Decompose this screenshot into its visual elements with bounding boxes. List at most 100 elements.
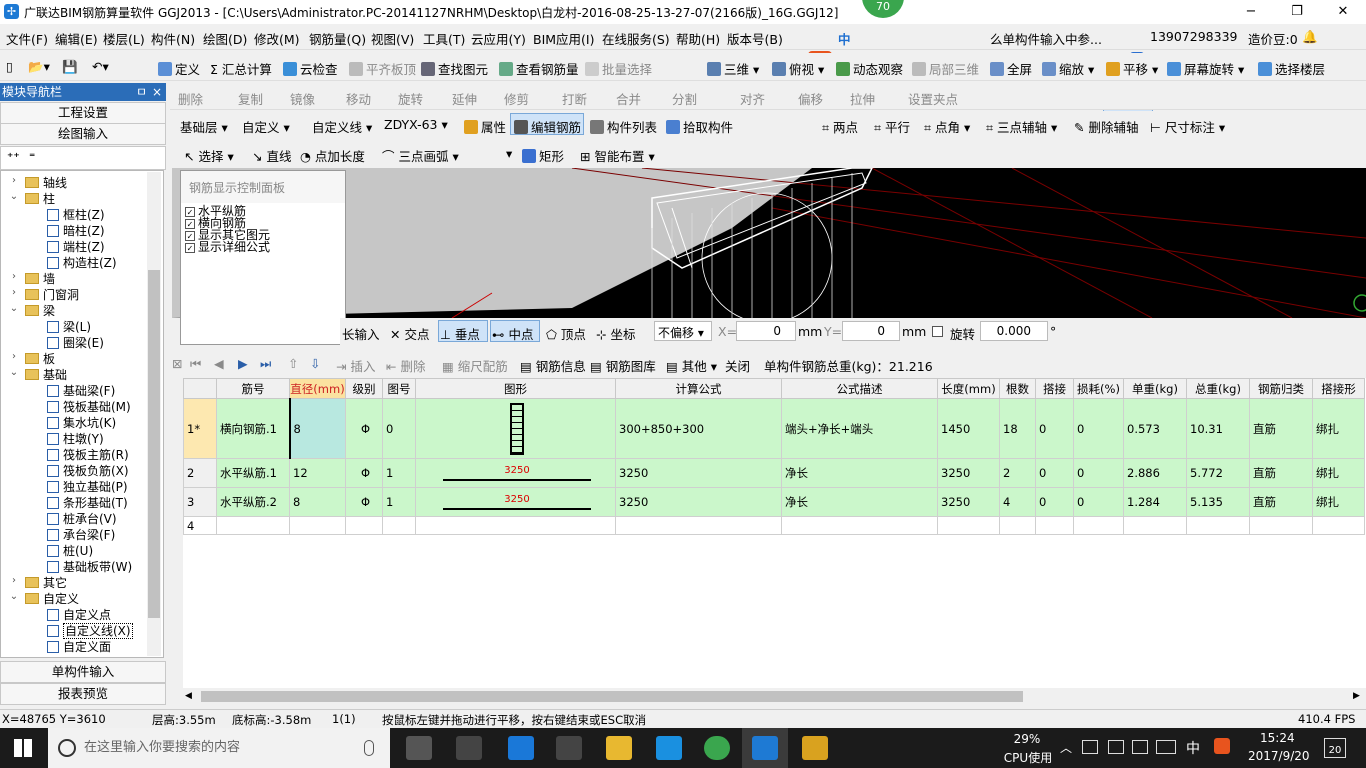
single-component-input-button[interactable]: 单构件输入 (0, 661, 166, 683)
col-header[interactable]: 图形 (415, 378, 616, 399)
tray-ime[interactable]: 中 (1186, 738, 1200, 758)
tree-expander[interactable]: › (9, 351, 19, 362)
rectangle-button[interactable]: 矩形 (522, 146, 564, 165)
find-element-button[interactable]: 查找图元 (421, 59, 488, 78)
col-header[interactable]: 单重(kg) (1123, 378, 1187, 399)
move-button[interactable]: 移动 (346, 89, 371, 108)
col-header[interactable]: 根数 (999, 378, 1036, 399)
tree-node[interactable]: 暗柱(Z) (47, 223, 105, 239)
tree-folder[interactable]: 梁 (25, 303, 55, 319)
tree-folder[interactable]: 轴线 (25, 175, 67, 191)
col-header[interactable]: 总重(kg) (1186, 378, 1250, 399)
cell-formula[interactable]: 300+850+300 (615, 398, 782, 459)
merge-button[interactable]: 合并 (616, 89, 641, 108)
line-button[interactable]: ↘ 直线 (252, 146, 291, 165)
notification-center-icon[interactable]: 20 (1324, 738, 1346, 758)
cell-desc[interactable]: 端头+净长+端头 (781, 398, 938, 459)
row-header[interactable]: 1* (183, 398, 217, 459)
cell-shape[interactable] (415, 398, 616, 459)
microphone-icon[interactable] (364, 740, 374, 756)
cell-desc[interactable]: 净长 (781, 487, 938, 517)
table-row[interactable]: 2 水平纵筋.1 12 Φ 1 3250 3250 净长 3250 2 0 0 2.886 5.772 直筋… (183, 458, 1365, 488)
attribute-button[interactable]: 属性 (464, 117, 506, 136)
row-header[interactable]: 3 (183, 487, 217, 517)
app-icon-swirl[interactable] (456, 736, 482, 760)
align-button[interactable]: 对齐 (740, 89, 765, 108)
table-row[interactable]: 1* 横向钢筋.1 8 Φ 0 300+850+300 端头+净长+端头 1450 18 0 0 0.… (183, 398, 1365, 459)
tray-sogou-icon[interactable] (1214, 738, 1230, 754)
scroll-right-icon[interactable]: ▶ (1353, 691, 1360, 701)
drawing-input-button[interactable]: 绘图输入 (0, 123, 166, 145)
tree-node[interactable]: 集水坑(K) (47, 415, 116, 431)
menu-edit[interactable]: 编辑(E) (55, 29, 98, 48)
undo-icon[interactable]: ↶▾ (92, 59, 109, 74)
cell-lap[interactable]: 0 (1035, 398, 1074, 459)
pan-button[interactable]: 平移 ▾ (1106, 59, 1158, 78)
col-header[interactable]: 计算公式 (615, 378, 782, 399)
cell-lap[interactable] (1035, 516, 1074, 535)
tray-chevron-icon[interactable]: ︿ (1060, 739, 1072, 756)
close-grid-button[interactable]: 关闭 (725, 356, 750, 375)
cell-dia[interactable]: 12 (289, 458, 346, 488)
zoom-button[interactable]: 缩放 ▾ (1042, 59, 1094, 78)
tree-folder[interactable]: 门窗洞 (25, 287, 79, 303)
edit-rebar-button[interactable]: 编辑钢筋 (514, 117, 581, 136)
cell-grade[interactable]: Φ (345, 398, 383, 459)
cell-loss[interactable]: 0 (1073, 398, 1124, 459)
col-header[interactable]: 搭接 (1035, 378, 1074, 399)
three-point-axis-button[interactable]: ⌗ 三点辅轴 ▾ (986, 117, 1057, 136)
col-header[interactable]: 搭接形 (1312, 378, 1365, 399)
cell-loss[interactable]: 0 (1073, 458, 1124, 488)
tree-expander[interactable]: ⌄ (9, 591, 19, 602)
move-down-icon[interactable]: ⇩ (310, 356, 320, 371)
tree-scrollbar-thumb[interactable] (148, 270, 160, 618)
tree-node[interactable]: 独立基础(P) (47, 479, 128, 495)
cell-desc[interactable] (781, 516, 938, 535)
tree-node[interactable]: 梁(L) (47, 319, 91, 335)
tree-node[interactable]: 承台梁(F) (47, 527, 115, 543)
col-header[interactable]: 公式描述 (781, 378, 938, 399)
cell-dia[interactable]: 8 (289, 487, 346, 517)
taskbar-time[interactable]: 15:24 (1260, 731, 1295, 745)
tree-expander[interactable]: › (9, 271, 19, 282)
cell-lap[interactable]: 0 (1035, 458, 1074, 488)
glodon-green-icon[interactable] (704, 736, 730, 760)
last-record-icon[interactable]: ⏭ (260, 356, 271, 372)
copy-button[interactable]: 复制 (238, 89, 263, 108)
ime-cn[interactable]: 中 (838, 29, 851, 48)
pin-icon[interactable]: ㅁ (136, 83, 147, 101)
screen-rotate-button[interactable]: 屏幕旋转 ▾ (1167, 59, 1244, 78)
cell-shape[interactable]: 3250 (415, 458, 616, 488)
cell-cat[interactable]: 直筋 (1249, 398, 1313, 459)
smart-layout-button[interactable]: ⊞ 智能布置 ▾ (580, 146, 655, 165)
compass-icon[interactable] (1353, 294, 1366, 312)
task-view-icon[interactable] (406, 736, 432, 760)
tree-node[interactable]: 自定义点 (47, 607, 111, 623)
tree-folder[interactable]: 基础 (25, 367, 67, 383)
tree-node[interactable]: 条形基础(T) (47, 495, 128, 511)
cell-dia[interactable] (289, 516, 346, 535)
cell-cat[interactable]: 直筋 (1249, 487, 1313, 517)
cell-fig[interactable]: 0 (382, 398, 416, 459)
batch-select-button[interactable]: 批量选择 (585, 59, 652, 78)
y-coordinate-input[interactable]: 0 (842, 321, 900, 341)
stretch-button[interactable]: 拉伸 (850, 89, 875, 108)
cell-name[interactable]: 横向钢筋.1 (216, 398, 290, 459)
tree-node[interactable]: 自定义面 (47, 639, 111, 655)
cell-name[interactable]: 水平纵筋.2 (216, 487, 290, 517)
cell-total[interactable]: 5.772 (1186, 458, 1250, 488)
tree-folder[interactable]: 板 (25, 351, 55, 367)
tree-node[interactable]: 构造柱(Z) (47, 255, 117, 271)
tree-expander[interactable]: ⌄ (9, 367, 19, 378)
close-button[interactable]: ✕ (1320, 0, 1366, 24)
col-header[interactable]: 直径(mm) (289, 378, 346, 399)
cell-grade[interactable]: Φ (345, 487, 383, 517)
cell-lap[interactable]: 0 (1035, 487, 1074, 517)
cloud-check-button[interactable]: 云检查 (283, 59, 338, 78)
close-small-icon[interactable]: ⊠ (172, 356, 182, 371)
cell-loss[interactable] (1073, 516, 1124, 535)
coordinate-snap[interactable]: ⊹ 坐标 (596, 324, 635, 343)
x-coordinate-input[interactable]: 0 (736, 321, 796, 341)
cell-total[interactable] (1186, 516, 1250, 535)
cell-shape[interactable]: 3250 (415, 487, 616, 517)
